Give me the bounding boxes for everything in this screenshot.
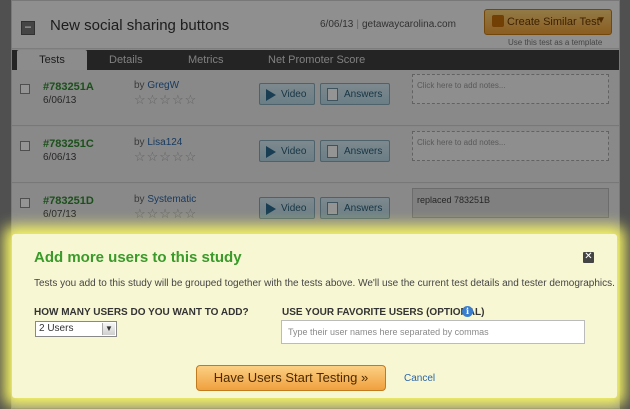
favorite-users-input[interactable] bbox=[281, 320, 585, 344]
user-count-label: HOW MANY USERS DO YOU WANT TO ADD? bbox=[34, 307, 249, 318]
close-icon[interactable]: ✕ bbox=[583, 252, 594, 263]
add-users-modal: Add more users to this study ✕ Tests you… bbox=[12, 234, 617, 398]
user-count-select[interactable]: 2 Users ▼ bbox=[35, 321, 117, 337]
cancel-link[interactable]: Cancel bbox=[404, 373, 435, 384]
modal-title: Add more users to this study bbox=[34, 249, 242, 266]
info-icon[interactable]: i bbox=[462, 306, 473, 317]
start-testing-button[interactable]: Have Users Start Testing » bbox=[196, 365, 386, 391]
favorite-users-label: USE YOUR FAVORITE USERS (OPTIONAL) bbox=[282, 307, 485, 318]
chevron-down-icon: ▼ bbox=[102, 323, 115, 335]
user-count-value: 2 Users bbox=[39, 323, 74, 334]
modal-description: Tests you add to this study will be grou… bbox=[34, 278, 615, 289]
